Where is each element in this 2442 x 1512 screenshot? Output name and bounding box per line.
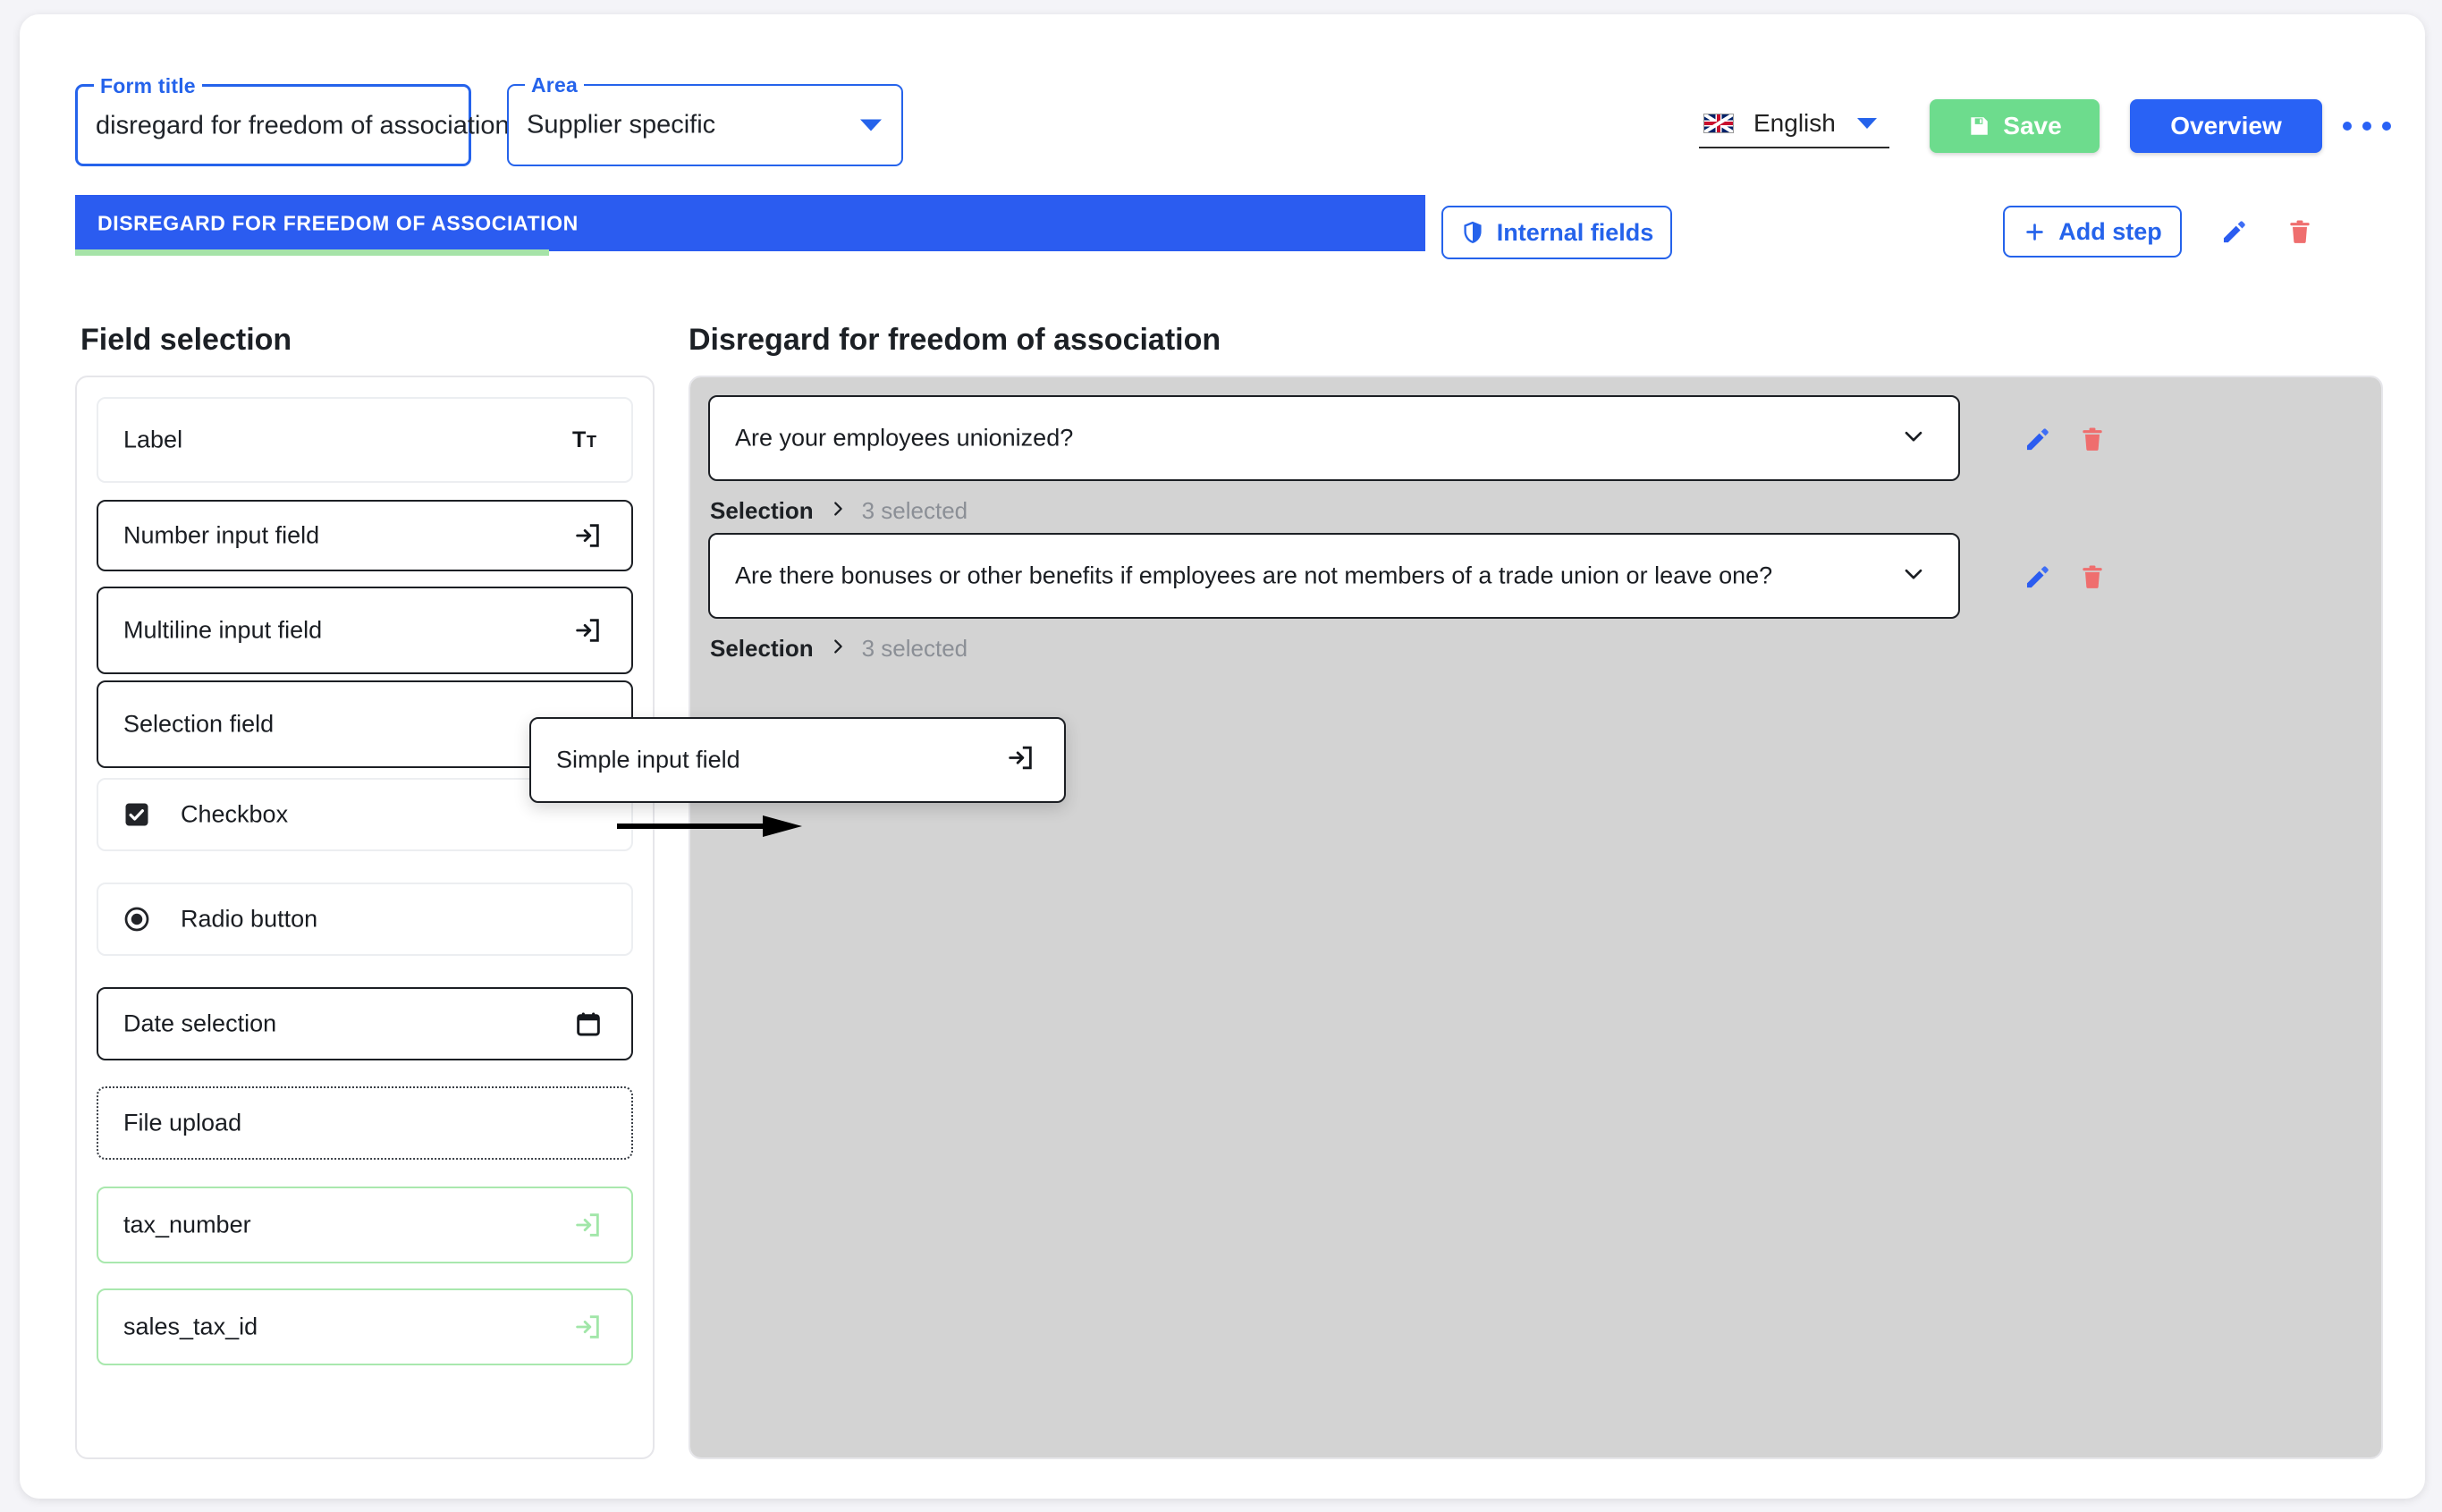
form-title-legend: Form title xyxy=(94,74,202,98)
language-select[interactable]: English xyxy=(1699,99,1889,148)
delete-question-button[interactable] xyxy=(2078,424,2107,459)
field-card-radio-button[interactable]: Radio button xyxy=(97,883,633,956)
internal-fields-label: Internal fields xyxy=(1496,218,1654,246)
question-actions xyxy=(2023,562,2107,596)
field-card-date-selection[interactable]: Date selection xyxy=(97,987,633,1060)
edit-question-button[interactable] xyxy=(2023,424,2053,459)
question-meta-value: 3 selected xyxy=(861,635,968,662)
area-value: Supplier specific xyxy=(527,110,716,139)
input-arrow-icon xyxy=(572,615,603,646)
language-label: English xyxy=(1753,108,1836,137)
floppy-save-icon xyxy=(1971,117,1989,135)
overview-button-label: Overview xyxy=(2170,112,2282,139)
field-card-tax-number[interactable]: tax_number xyxy=(97,1187,633,1263)
edit-step-button[interactable] xyxy=(2212,209,2257,254)
arrow-right-icon xyxy=(617,815,805,838)
question-meta-value: 3 selected xyxy=(861,497,968,524)
svg-text:T: T xyxy=(587,433,596,451)
chevron-down-icon[interactable] xyxy=(1899,560,1928,593)
step-content-title: Disregard for freedom of association xyxy=(689,323,1221,357)
input-arrow-icon xyxy=(572,1312,603,1342)
field-card-label-text: tax_number xyxy=(123,1211,251,1238)
checkbox-checked-icon xyxy=(123,801,150,828)
radio-selected-icon xyxy=(123,906,150,933)
pencil-icon xyxy=(2223,221,2245,243)
input-arrow-icon xyxy=(572,1210,603,1240)
field-card-sales-tax-id[interactable]: sales_tax_id xyxy=(97,1288,633,1365)
calendar-icon xyxy=(574,1009,603,1038)
question-text: Are there bonuses or other benefits if e… xyxy=(735,562,1773,589)
field-card-label-text: Radio button xyxy=(181,905,318,933)
question-text: Are your employees unionized? xyxy=(735,424,1074,452)
field-selection-panel: Label TT Number input field Multiline in… xyxy=(75,376,655,1459)
step-tab-active[interactable]: DISREGARD FOR FREEDOM OF ASSOCIATION xyxy=(75,195,1425,256)
field-card-label-text: Label xyxy=(123,426,183,453)
area-select[interactable]: Area Supplier specific xyxy=(507,73,903,166)
save-button[interactable]: Save xyxy=(1930,99,2100,153)
uk-flag-icon xyxy=(1703,113,1734,133)
form-title-value: disregard for freedom of association xyxy=(96,109,512,141)
question-meta[interactable]: Selection 3 selected xyxy=(710,635,968,663)
question-card[interactable]: Are your employees unionized? xyxy=(708,395,1960,481)
trash-icon xyxy=(2290,220,2310,243)
field-card-label-text: Number input field xyxy=(123,521,320,549)
drag-preview-label: Simple input field xyxy=(556,746,740,773)
chevron-down-icon[interactable] xyxy=(1899,422,1928,455)
field-card-label-text: Multiline input field xyxy=(123,616,323,644)
field-card-multiline-input[interactable]: Multiline input field xyxy=(97,587,633,674)
add-step-label: Add step xyxy=(2058,217,2162,245)
drag-preview-card[interactable]: Simple input field xyxy=(529,717,1066,803)
question-card[interactable]: Are there bonuses or other benefits if e… xyxy=(708,533,1960,619)
field-card-label-text: Checkbox xyxy=(181,800,289,828)
input-arrow-icon xyxy=(572,520,603,551)
field-card-label[interactable]: Label TT xyxy=(97,397,633,483)
question-meta-key: Selection xyxy=(710,497,814,524)
trash-icon xyxy=(2083,427,2102,451)
field-card-label-text: Selection field xyxy=(123,710,275,738)
edit-question-button[interactable] xyxy=(2023,562,2053,596)
question-meta[interactable]: Selection 3 selected xyxy=(710,497,968,525)
shield-icon xyxy=(1464,221,1482,243)
input-arrow-icon xyxy=(1005,743,1035,778)
plus-icon xyxy=(2026,223,2043,241)
field-card-label-text: Date selection xyxy=(123,1009,277,1037)
add-step-button[interactable]: Add step xyxy=(2003,206,2182,258)
step-content-panel: Are your employees unionized? Selection … xyxy=(689,376,2383,1459)
question-actions xyxy=(2023,424,2107,459)
app-window: Form title disregard for freedom of asso… xyxy=(20,14,2425,1499)
chevron-down-icon[interactable] xyxy=(1857,117,1877,129)
chevron-right-icon xyxy=(828,497,848,525)
trash-icon xyxy=(2083,565,2102,588)
area-legend: Area xyxy=(525,73,584,97)
delete-question-button[interactable] xyxy=(2078,562,2107,596)
chevron-right-icon xyxy=(828,635,848,663)
step-tab-label: DISREGARD FOR FREEDOM OF ASSOCIATION xyxy=(97,211,579,234)
pencil-icon xyxy=(2026,566,2049,588)
field-card-label-text: sales_tax_id xyxy=(123,1313,258,1340)
text-size-icon: TT xyxy=(572,427,603,453)
top-toolbar: Form title disregard for freedom of asso… xyxy=(20,14,2425,177)
step-progress-bar xyxy=(75,249,549,256)
save-button-label: Save xyxy=(2003,112,2062,139)
pencil-icon xyxy=(2026,428,2049,451)
field-card-file-upload[interactable]: File upload xyxy=(97,1086,633,1160)
ellipsis-icon[interactable] xyxy=(2343,113,2391,139)
internal-fields-button[interactable]: Internal fields xyxy=(1441,206,1672,259)
form-drop-area[interactable]: Are your employees unionized? Selection … xyxy=(690,377,2381,1457)
form-title-field[interactable]: Form title disregard for freedom of asso… xyxy=(75,74,512,166)
field-card-label-text: File upload xyxy=(123,1109,242,1136)
question-meta-key: Selection xyxy=(710,635,814,662)
svg-text:T: T xyxy=(572,427,586,452)
field-selection-title: Field selection xyxy=(80,323,292,357)
overview-button[interactable]: Overview xyxy=(2130,99,2322,153)
field-card-number-input[interactable]: Number input field xyxy=(97,500,633,571)
delete-step-button[interactable] xyxy=(2277,209,2322,254)
chevron-down-icon[interactable] xyxy=(860,119,882,131)
